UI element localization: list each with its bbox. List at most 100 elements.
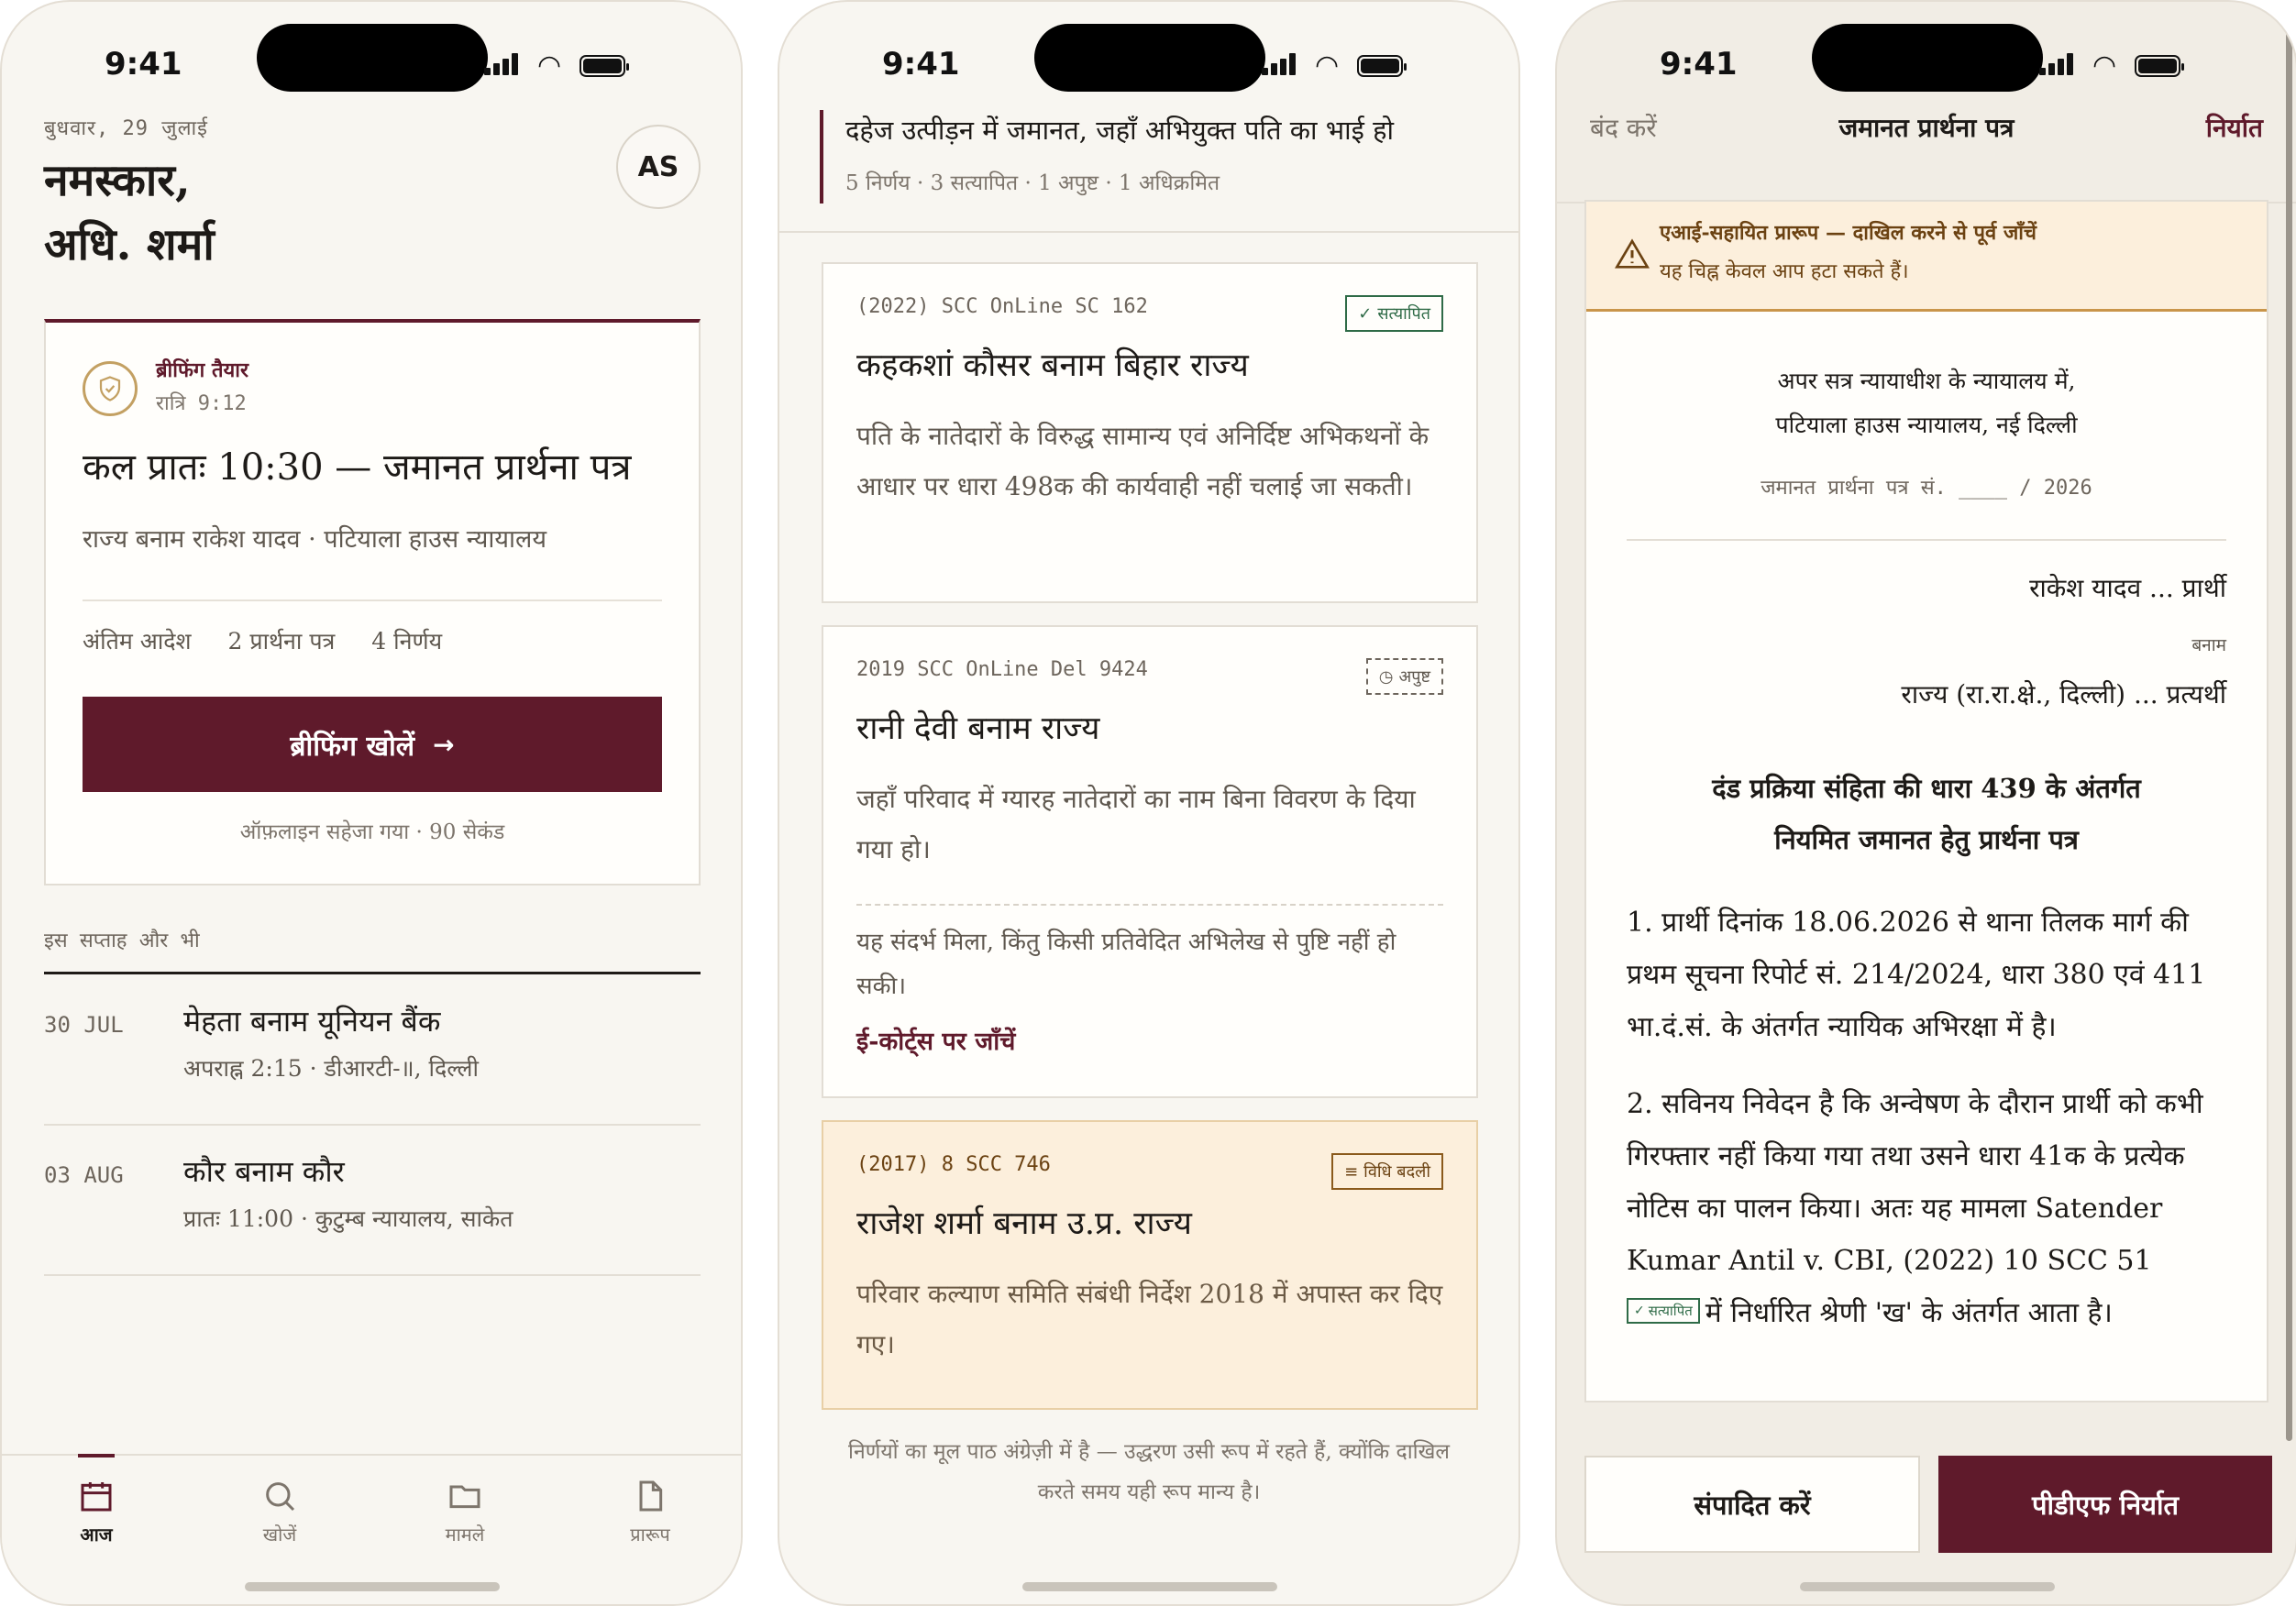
tab-label: खोजें [262,1524,297,1546]
greeting: नमस्कार, अधि. शर्मा [44,148,215,277]
respondent: राज्य (रा.रा.क्षे., दिल्ली) ... प्रत्यर्… [1901,679,2226,710]
arrow-right-icon: → [433,729,455,760]
search-icon [266,1482,295,1512]
list-item[interactable]: 03 AUG कौर बनाम कौर प्रातः 11:00 · कुटुम… [44,1126,701,1276]
badge-label: विधि बदली [1363,1162,1430,1182]
search-query-header: दहेज उत्पीड़न में जमानत, जहाँ अभियुक्त प… [779,94,1518,233]
check-icon: ✓ [1358,303,1373,324]
wifi-icon: ◠ [1315,50,1340,82]
edit-button[interactable]: संपादित करें [1584,1456,1920,1553]
open-briefing-button[interactable]: ब्रीफिंग खोलें → [83,697,662,792]
check-ecourts-link[interactable]: ई-कोर्ट्स पर जाँचें [856,1023,1015,1057]
list-icon: ≡ [1344,1161,1359,1182]
tab-today[interactable]: आज [28,1454,165,1575]
application-number: जमानत प्रार्थना पत्र सं. ____ / 2026 [1761,477,2092,500]
badge-label: सत्यापित [1648,1302,1693,1319]
judgment-card-law-changed[interactable]: (2017) 8 SCC 746 ≡ विधि बदली राजेश शर्मा… [822,1120,1478,1410]
badge-label: अपुष्ट [1398,667,1431,687]
ai-banner-note: यह चिह्न केवल आप हटा सकते हैं। [1660,260,1909,283]
today-date: बुधवार, 29 जुलाई [44,117,208,140]
search-query[interactable]: दहेज उत्पीड़न में जमानत, जहाँ अभियुक्त प… [845,112,1394,148]
judgment-title: कहकशां कौसर बनाम बिहार राज्य [856,347,1249,384]
case-date: 03 AUG [44,1162,124,1188]
ai-banner-title: एआई-सहायित प्रारूप — दाखिल करने से पूर्व… [1660,221,2037,245]
language-note: निर्णयों का मूल पाठ अंग्रेज़ी में है — उ… [847,1440,1451,1504]
badge-label: सत्यापित [1377,304,1430,324]
results-summary: 5 निर्णय · 3 सत्यापित · 1 अपुष्ट · 1 अधि… [845,171,1220,195]
status-icons: ◠ [2039,50,2232,82]
warning-icon [1615,238,1650,269]
status-bar: 9:41 ◠ [2,2,741,112]
stat-judgments: 4 निर्णय [371,628,443,654]
case-title: मेहता बनाम यूनियन बैंक [183,1004,441,1039]
briefing-title: कल प्रातः 10:30 — जमानत प्रार्थना पत्र [83,446,632,489]
heading-line-1: दंड प्रक्रिया संहिता की धारा 439 के अंतर… [1712,773,2141,804]
accent-bar [820,110,823,204]
divider [44,972,701,974]
judgment-title: राजेश शर्मा बनाम उ.प्र. राज्य [856,1205,1192,1242]
verified-badge[interactable]: ✓ सत्यापित [1627,1298,1700,1324]
paragraph-1: 1. प्रार्थी दिनांक 18.06.2026 से थाना ति… [1627,907,2206,1043]
tab-cases[interactable]: मामले [396,1456,534,1575]
tab-label: मामले [445,1524,485,1546]
case-date: 30 JUL [44,1012,124,1038]
battery-icon [2135,55,2184,77]
signal-icon [1262,53,1298,75]
citation: (2022) SCC OnLine SC 162 [856,295,1148,318]
stat-applications: 2 प्रार्थना पत्र [227,628,336,654]
status-time: 9:41 [882,46,960,82]
check-icon: ✓ [1634,1303,1645,1318]
status-icons: ◠ [1262,50,1454,82]
unconfirmed-warning: यह संदर्भ मिला, किंतु किसी प्रतिवेदित अभ… [856,929,1396,1000]
export-button[interactable]: निर्यात [2206,110,2263,145]
calendar-icon [81,1482,112,1512]
case-detail: अपराह्न 2:15 · डीआरटी-॥, दिल्ली [183,1055,479,1082]
case-title: कौर बनाम कौर [183,1154,345,1189]
page-title: जमानत प्रार्थना पत्र [1838,113,2015,143]
avatar[interactable]: AS [616,125,701,209]
list-item[interactable]: 30 JUL मेहता बनाम यूनियन बैंक अपराह्न 2:… [44,975,701,1126]
export-pdf-button[interactable]: पीडीएफ निर्यात [1938,1456,2272,1553]
paragraph-2: 2. सविनय निवेदन है कि अन्वेषण के दौरान प… [1627,1078,2234,1339]
court-heading: अपर सत्र न्यायाधीश के न्यायालय में, पटिय… [1586,359,2267,447]
shield-icon [83,361,138,416]
home-indicator [1022,1582,1277,1591]
wifi-icon: ◠ [537,50,562,82]
phone-search-results: 9:41 ◠ दहेज उत्पीड़न में जमानत, जहाँ अभि… [778,0,1520,1606]
phone-home-screen: 9:41 ◠ बुधवार, 29 जुलाई नमस्कार, अधि. शर… [0,0,743,1606]
judgment-card-verified[interactable]: (2022) SCC OnLine SC 162 ✓ सत्यापित कहकश… [822,262,1478,603]
briefing-card[interactable]: ब्रीफिंग तैयार रात्रि 9:12 कल प्रातः 10:… [44,319,701,886]
greeting-line-1: नमस्कार, [44,155,191,206]
ai-draft-banner: एआई-सहायित प्रारूप — दाखिल करने से पूर्व… [1586,202,2267,312]
open-briefing-label: ब्रीफिंग खोलें [290,730,415,763]
paragraph-2-text: 2. सविनय निवेदन है कि अन्वेषण के दौरान प… [1627,1088,2203,1277]
dynamic-island [1034,24,1265,92]
petitioner: राकेश यादव ... प्रार्थी [2029,573,2226,603]
unconfirmed-badge: ◷ अपुष्ट [1365,658,1443,695]
offline-note: ऑफ़लाइन सहेजा गया · 90 सेकंड [239,820,505,844]
divider [83,600,662,601]
greeting-line-2: अधि. शर्मा [44,219,215,270]
briefing-time: रात्रि 9:12 [156,392,247,415]
folder-icon [449,1485,480,1509]
court-line-2: पटियाला हाउस न्यायालय, नई दिल्ली [1775,412,2078,438]
judgment-summary: परिवार कल्याण समिति संबंधी निर्देश 2018 … [856,1279,1443,1359]
tab-search[interactable]: खोजें [211,1456,348,1575]
status-time: 9:41 [1660,46,1738,82]
tab-drafts[interactable]: प्रारूप [581,1456,719,1575]
tab-label: प्रारूप [630,1524,670,1546]
scrollbar[interactable] [2286,29,2292,1441]
law-changed-badge: ≡ विधि बदली [1331,1153,1443,1190]
verified-badge: ✓ सत्यापित [1345,295,1443,332]
phone-draft-screen: 9:41 ◠ बंद करें जमानत प्रार्थना पत्र निर… [1555,0,2296,1606]
draft-document[interactable]: एआई-सहायित प्रारूप — दाखिल करने से पूर्व… [1584,200,2268,1402]
paragraph-2-tail: में निर्धारित श्रेणी 'ख' के अंतर्गत आता … [1705,1297,2113,1329]
judgment-card-unconfirmed[interactable]: 2019 SCC OnLine Del 9424 ◷ अपुष्ट रानी द… [822,625,1478,1098]
application-heading: दंड प्रक्रिया संहिता की धारा 439 के अंतर… [1586,763,2267,865]
briefing-stats: अंतिम आदेश 2 प्रार्थना पत्र 4 निर्णय [83,625,471,656]
tab-label: आज [80,1524,113,1546]
dynamic-island [257,24,488,92]
navigation-bar: बंद करें जमानत प्रार्थना पत्र निर्यात [1557,94,2296,204]
wifi-icon: ◠ [2092,50,2117,82]
briefing-status: ब्रीफिंग तैयार [156,358,248,382]
